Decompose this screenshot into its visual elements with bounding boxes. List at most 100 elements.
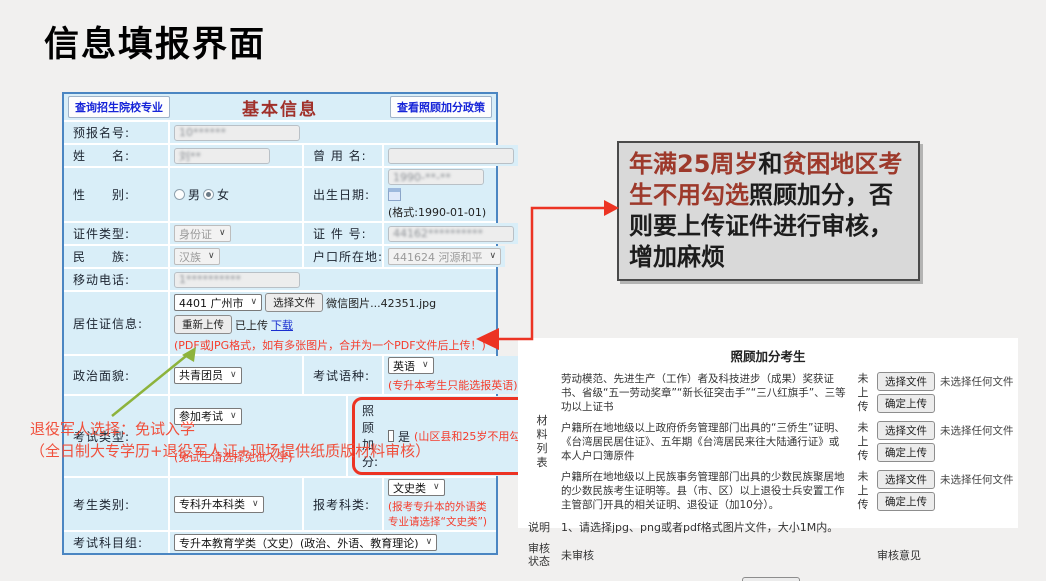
gender-female-radio[interactable] [203, 189, 214, 200]
gender-male-radio[interactable] [174, 189, 185, 200]
subject-cat-note: (报考专升本的外语类专业请选择“文史类”) [388, 499, 492, 529]
chevron-down-icon: ∨ [422, 361, 429, 370]
candidate-cat-cell: 专科升本科类∨ [170, 478, 302, 530]
language-label: 考试语种: [304, 356, 382, 394]
submit-row: 提交附件 [528, 577, 1014, 581]
name-input[interactable]: 刘** [174, 148, 270, 164]
chevron-down-icon: ∨ [219, 229, 226, 238]
screenshot-canvas: 信息填报界面 查询招生院校专业 基本信息 查看照顾加分政策 预报名号: 10**… [0, 0, 1046, 581]
residence-download-link[interactable]: 下载 [271, 317, 293, 333]
audit-opinion-label: 审核意见 [877, 542, 1014, 568]
material-row-text: 户籍所在地地级以上政府侨务管理部门出具的“三侨生”证明、《台湾居民居住证》、五年… [561, 421, 849, 463]
subject-cat-cell: 文史类∨ (报考专升本的外语类专业请选择“文史类”) [384, 478, 496, 530]
pre-reg-no-input[interactable]: 10****** [174, 125, 300, 141]
form-header: 查询招生院校专业 基本信息 查看照顾加分政策 [64, 94, 496, 120]
veteran-note-line2: （全日制大专学历+退役军人证+现场提供纸质版材料审核） [30, 440, 430, 462]
confirm-upload-button[interactable]: 确定上传 [877, 443, 935, 462]
ethnic-label: 民 族: [64, 246, 168, 267]
mobile-cell: 1********** [170, 269, 496, 290]
material-row-upload: 选择文件 未选择任何文件 确定上传 [877, 372, 1014, 414]
gender-female-label: 女 [217, 186, 229, 203]
confirm-upload-button[interactable]: 确定上传 [877, 492, 935, 511]
bonus-materials-panel: 照顾加分考生 材料列表 劳动模范、先进生产（工作）者及科技进步（成果）奖获证书、… [518, 338, 1018, 528]
callout-box: 年满25周岁和贫困地区考生不用勾选照顾加分，否则要上传证件进行审核，增加麻烦 [617, 141, 920, 281]
political-label: 政治面貌: [64, 356, 168, 394]
gender-male-label: 男 [188, 186, 200, 203]
political-select[interactable]: 共青团员∨ [174, 367, 242, 384]
id-no-input[interactable]: 44162********** [388, 226, 514, 242]
row-gender-birth: 性 别: 男 女 出生日期: 1990-**-** (格式:1990-01-01… [64, 168, 496, 221]
choose-file-button[interactable]: 选择文件 [877, 470, 935, 489]
household-label: 户口所在地: [304, 246, 382, 267]
exam-group-cell: 专升本教育学类（文史）(政治、外语、教育理论)∨ [170, 532, 496, 553]
name-label: 姓 名: [64, 145, 168, 166]
ethnic-select[interactable]: 汉族∨ [174, 248, 220, 265]
row-political-language: 政治面貌: 共青团员∨ 考试语种: 英语∨ (专升本考生只能选报英语) [64, 356, 496, 394]
no-file-text: 未选择任何文件 [940, 374, 1014, 389]
audit-status-label: 审核状态 [528, 542, 556, 568]
former-name-input[interactable] [388, 148, 514, 164]
exam-group-select[interactable]: 专升本教育学类（文史）(政治、外语、教育理论)∨ [174, 534, 437, 551]
row-ethnic-household: 民 族: 汉族∨ 户口所在地: 441624 河源和平∨ [64, 246, 496, 267]
candidate-cat-select[interactable]: 专科升本科类∨ [174, 496, 264, 513]
birth-format-note: (格式:1990-01-01) [388, 204, 486, 220]
language-select[interactable]: 英语∨ [388, 357, 434, 374]
calendar-icon[interactable] [388, 188, 401, 201]
id-type-label: 证件类型: [64, 223, 168, 244]
row-mobile: 移动电话: 1********** [64, 269, 496, 290]
row-candidate-subject: 考生类别: 专科升本科类∨ 报考科类: 文史类∨ (报考专升本的外语类专业请选择… [64, 478, 496, 530]
materials-side-label: 材料列表 [528, 372, 556, 512]
household-select[interactable]: 441624 河源和平∨ [388, 248, 501, 265]
id-no-cell: 44162********** [384, 223, 518, 244]
query-colleges-button[interactable]: 查询招生院校专业 [68, 96, 170, 118]
material-row-status: 未上传 [854, 470, 872, 512]
chevron-down-icon: ∨ [230, 371, 237, 380]
material-row-upload: 选择文件 未选择任何文件 确定上传 [877, 421, 1014, 463]
residence-reupload-button[interactable]: 重新上传 [174, 315, 232, 334]
residence-file-name: 微信图片...42351.jpg [326, 295, 436, 311]
form-rows: 预报名号: 10****** 姓 名: 刘** 曾 用 名: 性 别: [64, 122, 496, 553]
residence-city-select[interactable]: 4401 广州市∨ [174, 294, 262, 311]
chevron-down-icon: ∨ [252, 500, 259, 509]
chevron-down-icon: ∨ [490, 252, 497, 261]
subject-cat-select[interactable]: 文史类∨ [388, 479, 445, 496]
political-cell: 共青团员∨ [170, 356, 302, 394]
submit-attachment-button[interactable]: 提交附件 [742, 577, 800, 581]
residence-note: (PDF或JPG格式，如有多张图片，合并为一个PDF文件后上传！) [174, 337, 492, 353]
row-name: 姓 名: 刘** 曾 用 名: [64, 145, 496, 166]
view-bonus-policy-button[interactable]: 查看照顾加分政策 [390, 96, 492, 118]
chevron-down-icon: ∨ [426, 538, 433, 547]
material-row-text: 户籍所在地地级以上民族事务管理部门出具的少数民族聚居地的少数民族考生证明等。县（… [561, 470, 849, 512]
mobile-input[interactable]: 1********** [174, 272, 300, 288]
audit-status-value: 未审核 [561, 542, 849, 568]
material-row-status: 未上传 [854, 421, 872, 463]
no-file-text: 未选择任何文件 [940, 423, 1014, 438]
residence-cell: 4401 广州市∨ 选择文件 微信图片...42351.jpg 重新上传 已上传… [170, 292, 496, 354]
form-title: 基本信息 [170, 95, 390, 120]
ethnic-cell: 汉族∨ [170, 246, 302, 267]
chevron-down-icon: ∨ [208, 252, 215, 261]
id-type-cell: 身份证∨ [170, 223, 302, 244]
veteran-note: 退役军人选择：免试入学 （全日制大专学历+退役军人证+现场提供纸质版材料审核） [30, 418, 430, 462]
subject-cat-label: 报考科类: [304, 478, 382, 530]
language-cell: 英语∨ (专升本考生只能选报英语) [384, 356, 522, 394]
residence-choose-file-button[interactable]: 选择文件 [265, 293, 323, 312]
chevron-down-icon: ∨ [251, 298, 258, 307]
veteran-note-line1: 退役军人选择：免试入学 [30, 418, 430, 440]
callout-black-segment: 和 [758, 150, 782, 178]
mobile-label: 移动电话: [64, 269, 168, 290]
choose-file-button[interactable]: 选择文件 [877, 372, 935, 391]
callout-red-segment: 年满25周岁 [629, 150, 758, 178]
choose-file-button[interactable]: 选择文件 [877, 421, 935, 440]
materials-note-label: 说明 [528, 519, 556, 535]
pre-reg-no-label: 预报名号: [64, 122, 168, 143]
material-row-upload: 选择文件 未选择任何文件 确定上传 [877, 470, 1014, 512]
residence-uploaded-status: 已上传 [235, 317, 268, 333]
id-type-select[interactable]: 身份证∨ [174, 225, 231, 242]
material-row-text: 劳动模范、先进生产（工作）者及科技进步（成果）奖获证书、省级“五一劳动奖章”“新… [561, 372, 849, 414]
chevron-down-icon: ∨ [433, 483, 440, 492]
row-exam-group: 考试科目组: 专升本教育学类（文史）(政治、外语、教育理论)∨ [64, 532, 496, 553]
birth-input[interactable]: 1990-**-** [388, 169, 484, 185]
language-note: (专升本考生只能选报英语) [388, 377, 518, 393]
confirm-upload-button[interactable]: 确定上传 [877, 394, 935, 413]
